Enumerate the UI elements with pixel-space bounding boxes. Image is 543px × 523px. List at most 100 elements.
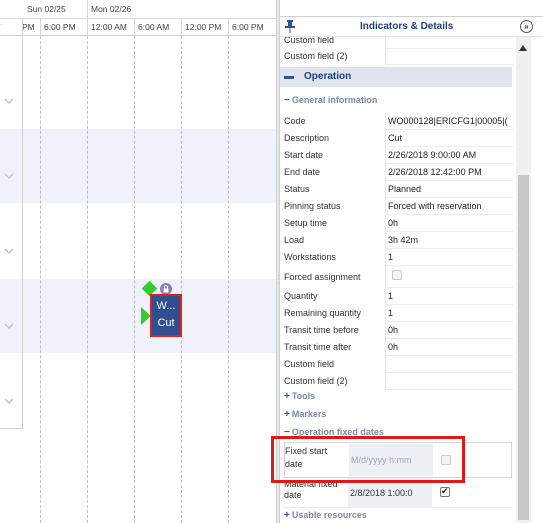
grid-line — [40, 19, 41, 36]
subsection-title: General information — [291, 95, 378, 105]
detail-row-load: Load 3h 42m — [284, 232, 513, 249]
hour-boundary-line — [134, 36, 135, 523]
scrollbar-thumb[interactable] — [518, 175, 529, 520]
day-label-mon: Mon 02/26 — [91, 4, 132, 14]
detail-value[interactable] — [385, 48, 513, 65]
hour-label: 12:00 AM — [91, 22, 127, 32]
detail-label: Code — [284, 116, 306, 126]
subsection-general-information[interactable]: − General information — [284, 95, 377, 106]
resource-row-band — [0, 279, 276, 353]
detail-label: Remaining quantity — [284, 308, 362, 318]
detail-value[interactable]: Forced with reservation — [385, 198, 513, 215]
detail-row: Custom field (2) — [284, 48, 513, 65]
detail-value[interactable]: 0h — [385, 339, 513, 356]
expand-plus-icon: + — [284, 510, 290, 521]
chevron-down-icon[interactable] — [4, 97, 14, 107]
resource-column-bottom — [0, 428, 23, 429]
collapse-minus-icon — [284, 76, 294, 79]
detail-label: End date — [284, 167, 321, 177]
detail-row-custom-field: Custom field — [284, 356, 513, 373]
hour-label: 6:00 AM — [138, 22, 170, 32]
grid-line — [87, 0, 88, 36]
collapse-panel-icon[interactable]: » — [520, 20, 533, 33]
detail-row-setup-time: Setup time 0h — [284, 215, 513, 232]
detail-row-pinning-status: Pinning status Forced with reservation — [284, 198, 513, 215]
detail-label: Description — [284, 133, 330, 143]
detail-value[interactable]: WO000128|ERICFG1|00005|( — [385, 113, 513, 130]
detail-value[interactable]: 2/26/2018 9:00:00 AM — [385, 147, 513, 164]
detail-value — [385, 266, 513, 288]
material-fixed-date-checkbox[interactable] — [440, 486, 450, 497]
chevron-down-icon[interactable] — [4, 247, 14, 257]
task-description-label: Cut — [157, 317, 175, 329]
subsection-tools[interactable]: + Tools — [284, 391, 315, 402]
resource-column — [0, 36, 23, 428]
timeline-days-header: Sun 02/25 Mon 02/26 — [0, 0, 276, 19]
detail-label: Transit time before — [284, 325, 359, 335]
detail-value[interactable] — [385, 356, 513, 373]
pin-icon[interactable] — [284, 19, 296, 33]
gantt-chart[interactable]: Sun 02/25 Mon 02/26 / PM 6:00 PM 12:00 A… — [0, 0, 276, 523]
forced-assignment-checkbox[interactable] — [392, 270, 402, 280]
detail-value[interactable]: 0h — [385, 322, 513, 339]
grid-line — [181, 19, 182, 36]
work-order-task-bar[interactable]: W... Cut — [150, 294, 182, 337]
subsection-title: Usable resources — [291, 510, 367, 520]
hour-label: 12:00 PM — [185, 22, 222, 32]
detail-row-transit-before: Transit time before 0h — [284, 322, 513, 339]
detail-label: Load — [284, 235, 305, 245]
hour-boundary-line — [228, 36, 229, 523]
detail-label: Workstations — [284, 252, 336, 262]
panel-header: Indicators & Details » — [280, 17, 543, 37]
detail-label: Start date — [284, 150, 324, 160]
detail-row-remaining-quantity: Remaining quantity 1 — [284, 305, 513, 322]
chevron-down-icon[interactable] — [4, 397, 14, 407]
detail-value[interactable]: 3h 42m — [385, 232, 513, 249]
detail-value[interactable]: Planned — [385, 181, 513, 198]
collapse-minus-icon: − — [284, 95, 290, 106]
timeline-hours-header: / PM 6:00 PM 12:00 AM 6:00 AM 12:00 PM 6… — [0, 19, 276, 36]
detail-label: Transit time after — [284, 342, 352, 352]
subsection-usable-resources[interactable]: + Usable resources — [284, 510, 367, 521]
detail-row-custom-field-2: Custom field (2) — [284, 373, 513, 390]
hour-boundary-line — [40, 36, 41, 523]
subsection-title: Tools — [291, 391, 316, 401]
section-title: Operation — [304, 71, 352, 82]
detail-row-end-date: End date 2/26/2018 12:42:00 PM — [284, 164, 513, 181]
detail-value[interactable]: 1 — [385, 305, 513, 322]
fixed-start-date-highlight — [271, 436, 465, 483]
subsection-markers[interactable]: + Markers — [284, 409, 326, 420]
detail-label: Custom field — [284, 359, 335, 369]
detail-value[interactable]: 2/26/2018 12:42:00 PM — [385, 164, 513, 181]
panel-title: Indicators & Details — [360, 21, 454, 32]
day-boundary-line — [87, 36, 88, 523]
detail-value[interactable]: 0h — [385, 215, 513, 232]
detail-value[interactable]: Cut — [385, 130, 513, 147]
detail-label: Custom field (2) — [284, 51, 348, 61]
detail-value[interactable]: 1 — [385, 249, 513, 266]
chevron-down-icon[interactable] — [4, 172, 14, 182]
detail-value[interactable] — [385, 373, 513, 390]
section-operation[interactable]: Operation — [280, 67, 512, 87]
task-code-label: W... — [156, 300, 176, 312]
detail-label: Custom field (2) — [284, 376, 348, 386]
hour-label: 6:00 PM — [44, 22, 76, 32]
detail-row-status: Status Planned — [284, 181, 513, 198]
detail-row-transit-after: Transit time after 0h — [284, 339, 513, 356]
detail-row-workstations: Workstations 1 — [284, 249, 513, 266]
grid-line — [228, 19, 229, 36]
expand-plus-icon: + — [284, 409, 290, 420]
expand-plus-icon: + — [284, 391, 290, 402]
panel-scrollbar[interactable] — [516, 37, 531, 523]
scroll-up-arrow-icon[interactable] — [519, 45, 527, 51]
grid-line — [134, 19, 135, 36]
resource-row-band — [0, 129, 276, 203]
detail-label: Setup time — [284, 218, 328, 228]
detail-row-code: Code WO000128|ERICFG1|00005|( — [284, 113, 513, 130]
hour-boundary-line — [181, 36, 182, 523]
chevron-down-icon[interactable] — [4, 322, 14, 332]
detail-value[interactable]: 1 — [385, 288, 513, 305]
hour-label: PM — [22, 22, 35, 32]
grid-line — [22, 19, 23, 36]
subsection-title: Markers — [291, 409, 327, 419]
